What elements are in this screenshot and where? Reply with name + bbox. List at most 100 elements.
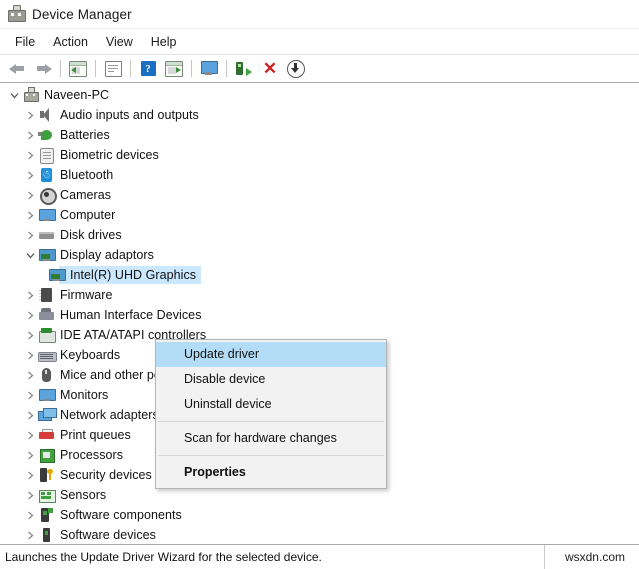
tree-node-label: Keyboards: [60, 348, 120, 362]
properties-button[interactable]: [100, 57, 126, 80]
device-manager-icon: [7, 5, 25, 23]
chevron-right-icon[interactable]: [22, 291, 38, 300]
status-text: Launches the Update Driver Wizard for th…: [0, 550, 544, 564]
tree-node-label: Cameras: [60, 188, 111, 202]
network-adapter-icon: [38, 407, 56, 423]
chevron-right-icon[interactable]: [22, 371, 38, 380]
menu-action[interactable]: Action: [44, 33, 97, 51]
tree-node-disk-drives[interactable]: Disk drives: [0, 225, 639, 245]
context-menu-item-disable-device[interactable]: Disable device: [156, 367, 386, 392]
menu-file[interactable]: File: [6, 33, 44, 51]
back-arrow-icon: [9, 62, 26, 76]
tree-node-label: Naveen-PC: [44, 88, 109, 102]
view-devices-icon: [165, 61, 183, 77]
status-bar: Launches the Update Driver Wizard for th…: [0, 544, 639, 569]
context-menu-separator: [158, 421, 384, 422]
update-device-button[interactable]: [196, 57, 222, 80]
update-driver-button[interactable]: [283, 57, 309, 80]
tree-node-label: Human Interface Devices: [60, 308, 202, 322]
context-menu-item-update-driver[interactable]: Update driver: [156, 342, 386, 367]
tree-node-label: Disk drives: [60, 228, 122, 242]
tree-node-label: Biometric devices: [60, 148, 159, 162]
tree-node-cameras[interactable]: Cameras: [0, 185, 639, 205]
human-interface-icon: [38, 307, 56, 323]
chevron-right-icon[interactable]: [22, 351, 38, 360]
tree-node-label: Display adaptors: [60, 248, 154, 262]
uninstall-device-button[interactable]: ✕: [257, 57, 283, 80]
menu-view[interactable]: View: [97, 33, 142, 51]
tree-node-firmware[interactable]: Firmware: [0, 285, 639, 305]
tree-node-bluetooth[interactable]: ☃ Bluetooth: [0, 165, 639, 185]
tree-node-computer-category[interactable]: Computer: [0, 205, 639, 225]
chevron-right-icon[interactable]: [22, 411, 38, 420]
chevron-right-icon[interactable]: [22, 471, 38, 480]
device-tree-pane[interactable]: Naveen-PC Audio inputs and outputs Batte…: [0, 83, 639, 544]
tree-node-computer[interactable]: Naveen-PC: [0, 85, 639, 105]
forward-button[interactable]: [30, 57, 56, 80]
chevron-right-icon[interactable]: [22, 391, 38, 400]
scan-hardware-icon: [236, 61, 252, 76]
menu-help[interactable]: Help: [142, 33, 186, 51]
tree-node-label: Sensors: [60, 488, 106, 502]
chevron-right-icon[interactable]: [22, 231, 38, 240]
tree-node-label: Monitors: [60, 388, 108, 402]
tree-node-label: Intel(R) UHD Graphics: [70, 268, 196, 282]
ide-controller-icon: [38, 327, 56, 343]
watermark-text: wsxdn.com: [544, 545, 639, 569]
chevron-right-icon[interactable]: [22, 171, 38, 180]
tree-node-software-devices[interactable]: Software devices: [0, 525, 639, 544]
back-button[interactable]: [4, 57, 30, 80]
tree-node-label: Processors: [60, 448, 123, 462]
bluetooth-icon: ☃: [38, 167, 56, 183]
menu-bar: File Action View Help: [0, 29, 639, 55]
device-manager-window: Device Manager File Action View Help ?: [0, 0, 639, 569]
tree-node-label: Print queues: [60, 428, 131, 442]
tree-node-display-adaptors[interactable]: Display adaptors: [0, 245, 639, 265]
tree-node-label: Network adapters: [60, 408, 159, 422]
tree-node-intel-uhd-graphics[interactable]: Intel(R) UHD Graphics: [0, 265, 639, 285]
help-button[interactable]: ?: [135, 57, 161, 80]
context-menu: Update driver Disable device Uninstall d…: [155, 339, 387, 489]
chevron-right-icon[interactable]: [22, 511, 38, 520]
disk-drive-icon: [38, 227, 56, 243]
tree-node-batteries[interactable]: Batteries: [0, 125, 639, 145]
properties-icon: [105, 61, 122, 77]
show-hidden-devices-button[interactable]: [65, 57, 91, 80]
tree-node-audio[interactable]: Audio inputs and outputs: [0, 105, 639, 125]
chevron-right-icon[interactable]: [22, 131, 38, 140]
context-menu-separator: [158, 455, 384, 456]
toolbar-separator: [60, 60, 61, 77]
chevron-down-icon[interactable]: [6, 91, 22, 100]
chevron-right-icon[interactable]: [22, 331, 38, 340]
tree-node-software-components[interactable]: Software components: [0, 505, 639, 525]
show-hidden-devices-icon: [69, 61, 87, 77]
chevron-right-icon[interactable]: [22, 151, 38, 160]
chevron-right-icon[interactable]: [22, 111, 38, 120]
battery-icon: [38, 127, 56, 143]
chevron-down-icon[interactable]: [22, 251, 38, 260]
chevron-right-icon[interactable]: [22, 431, 38, 440]
chevron-right-icon[interactable]: [22, 191, 38, 200]
context-menu-item-uninstall-device[interactable]: Uninstall device: [156, 392, 386, 417]
chevron-right-icon[interactable]: [22, 491, 38, 500]
monitor-icon: [200, 61, 218, 76]
update-driver-icon: [287, 60, 305, 78]
title-bar: Device Manager: [0, 0, 639, 29]
scan-hardware-button[interactable]: [231, 57, 257, 80]
toolbar-separator: [226, 60, 227, 77]
context-menu-item-properties[interactable]: Properties: [156, 460, 386, 485]
mouse-icon: [38, 367, 56, 383]
forward-arrow-icon: [35, 62, 52, 76]
tree-node-human-interface[interactable]: Human Interface Devices: [0, 305, 639, 325]
chevron-right-icon[interactable]: [22, 451, 38, 460]
view-devices-button[interactable]: [161, 57, 187, 80]
chevron-right-icon[interactable]: [22, 211, 38, 220]
tree-node-label: Batteries: [60, 128, 110, 142]
tree-node-label: Security devices: [60, 468, 152, 482]
computer-icon: [22, 87, 40, 103]
chevron-right-icon[interactable]: [22, 531, 38, 540]
chevron-right-icon[interactable]: [22, 311, 38, 320]
tree-node-biometric[interactable]: Biometric devices: [0, 145, 639, 165]
toolbar-separator: [191, 60, 192, 77]
context-menu-item-scan-hardware[interactable]: Scan for hardware changes: [156, 426, 386, 451]
